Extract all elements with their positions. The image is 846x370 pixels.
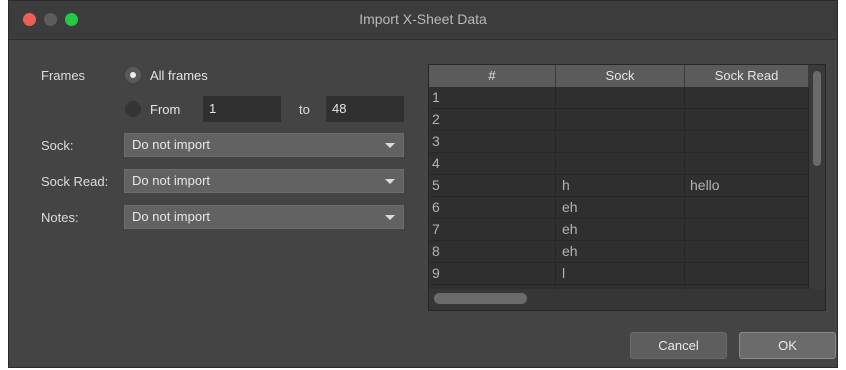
title-bar: Import X-Sheet Data [9,1,837,40]
from-range-radio[interactable] [125,101,141,117]
sock-read-cell [685,109,809,130]
to-frame-input[interactable]: 48 [326,96,404,122]
sock-cell [556,109,685,130]
frame-cell: 6 [429,197,556,218]
sock-read-select[interactable]: Do not import [124,169,404,193]
sock-cell: h [556,175,685,196]
sock-cell: eh [556,219,685,240]
sock-cell [556,87,685,108]
horizontal-scrollbar[interactable] [429,289,825,310]
table-row[interactable]: 1 [429,87,809,109]
table-row[interactable]: 9l [429,263,809,285]
table-row[interactable]: 8 eh [429,241,809,263]
sock-label: Sock: [41,138,74,153]
sock-select-value: Do not import [132,137,211,152]
table-row[interactable]: 2 [429,109,809,131]
sock-cell [556,153,685,174]
chevron-down-icon [385,215,395,220]
column-header-sock-read[interactable]: Sock Read [685,65,809,87]
frame-cell: 1 [429,87,556,108]
sock-select[interactable]: Do not import [124,133,404,157]
frame-cell: 5 [429,175,556,196]
all-frames-radio[interactable] [125,67,141,83]
column-header-sock[interactable]: Sock [556,65,685,87]
sock-read-cell [685,263,809,284]
table-header: # Sock Sock Read [429,65,809,87]
notes-select[interactable]: Do not import [124,205,404,229]
table-row[interactable]: 7 eh [429,219,809,241]
frame-cell: 3 [429,131,556,152]
sock-read-cell [685,197,809,218]
cancel-button[interactable]: Cancel [630,332,727,359]
sock-read-cell [685,131,809,152]
table-row[interactable]: 5 h hello [429,175,809,197]
sock-read-cell [685,87,809,108]
notes-select-value: Do not import [132,209,211,224]
sock-read-cell [685,241,809,262]
sock-cell: l [556,263,685,284]
frame-cell: 9 [429,263,556,284]
horizontal-scrollbar-thumb[interactable] [434,293,527,304]
table-row[interactable]: 3 [429,131,809,153]
sock-cell [556,131,685,152]
frame-cell: 8 [429,241,556,262]
frame-cell: 7 [429,219,556,240]
vertical-scrollbar[interactable] [809,65,825,291]
column-header-frame-number[interactable]: # [429,65,556,87]
frame-cell: 4 [429,153,556,174]
xsheet-preview-table[interactable]: # Sock Sock Read 1 2 3 4 5 h hello 6 eh 7 eh… [428,64,826,311]
vertical-scrollbar-thumb[interactable] [813,71,821,166]
chevron-down-icon [385,179,395,184]
to-label: to [299,102,310,117]
window-title: Import X-Sheet Data [359,11,487,27]
sock-read-select-value: Do not import [132,173,211,188]
notes-label: Notes: [41,210,79,225]
table-row[interactable]: 6 eh [429,197,809,219]
ok-button[interactable]: OK [739,332,836,359]
sock-read-cell [685,219,809,240]
import-xsheet-dialog: Import X-Sheet Data Frames All frames Fr… [8,0,838,368]
sock-cell: eh [556,197,685,218]
frames-label: Frames [41,68,86,83]
sock-read-cell: hello [685,175,809,196]
table-body: 1 2 3 4 5hhello 6eh 7eh 8eh 9l 10l [429,87,809,307]
from-frame-input[interactable]: 1 [203,96,281,122]
from-label[interactable]: From [150,102,180,117]
chevron-down-icon [385,143,395,148]
table-row[interactable]: 4 [429,153,809,175]
frame-cell: 2 [429,109,556,130]
sock-read-label: Sock Read: [41,174,109,189]
sock-read-cell [685,153,809,174]
all-frames-label[interactable]: All frames [150,68,208,83]
sock-cell: eh [556,241,685,262]
